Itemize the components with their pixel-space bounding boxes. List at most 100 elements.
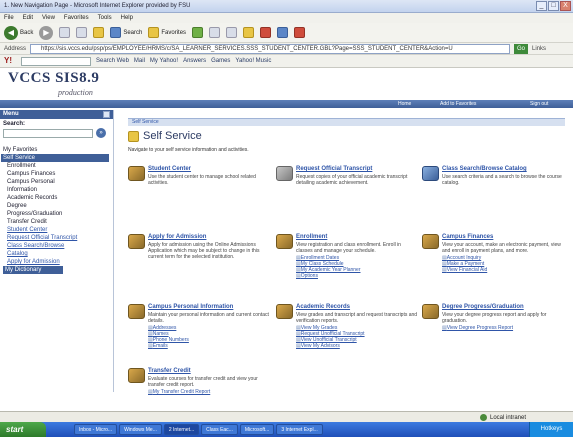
stop-icon[interactable] xyxy=(59,27,71,38)
history-icon[interactable] xyxy=(192,27,204,38)
menu-item[interactable]: Catalog xyxy=(3,250,113,258)
favorites-button[interactable]: Favorites xyxy=(148,27,186,38)
service-tile-link[interactable]: Options xyxy=(296,273,361,279)
window-controls: _ □ X xyxy=(536,1,571,11)
discuss-icon[interactable] xyxy=(277,27,289,38)
service-tile-icon[interactable] xyxy=(128,166,145,181)
close-button[interactable]: X xyxy=(560,1,571,11)
menu-item[interactable]: Information xyxy=(3,186,113,194)
service-tile-title[interactable]: Apply for Admission xyxy=(148,234,206,240)
service-tile-title[interactable]: Transfer Credit xyxy=(148,368,191,374)
taskbar-task[interactable]: Microsoft... xyxy=(239,424,275,435)
links-label[interactable]: Links xyxy=(532,46,546,52)
zone-label: Local intranet xyxy=(490,414,527,421)
yahoo-mail[interactable]: Mail xyxy=(134,58,145,64)
menu-search-label: Search: xyxy=(3,121,26,127)
page-title: Self Service xyxy=(143,130,202,142)
left-menu: Menu Search: » My Favorites Self Service E… xyxy=(0,110,114,392)
taskbar-task[interactable]: 2 Internet... xyxy=(163,424,200,435)
service-tile-title[interactable]: Degree Progress/Graduation xyxy=(442,304,524,310)
taskbar-task[interactable]: Windows Me... xyxy=(119,424,162,435)
menu-item[interactable]: Student Center xyxy=(3,226,113,234)
menu-file[interactable]: File xyxy=(4,13,14,23)
taskbar-task[interactable]: Class Eac... xyxy=(201,424,238,435)
refresh-icon[interactable] xyxy=(76,27,88,38)
service-tile-icon[interactable] xyxy=(276,234,293,249)
yahoo-logo-icon[interactable]: Y! xyxy=(4,56,16,66)
print-icon[interactable] xyxy=(226,27,238,38)
address-bar: Address https://sis.vccs.edu/psp/ps/EMPL… xyxy=(0,43,573,55)
service-tile-title[interactable]: Campus Personal Information xyxy=(148,304,233,310)
menu-search-input[interactable] xyxy=(3,128,93,138)
service-tile-icon[interactable] xyxy=(422,234,439,249)
mail-icon[interactable] xyxy=(209,27,221,38)
yahoo-games[interactable]: Games xyxy=(211,58,230,64)
service-tile-icon[interactable] xyxy=(422,166,439,181)
breadcrumb[interactable]: Self Service xyxy=(128,118,565,126)
menu-item[interactable]: My Dictionary xyxy=(3,266,63,274)
header-link-add-favorites[interactable]: Add to Favorites xyxy=(440,101,476,107)
go-button[interactable]: Go xyxy=(514,44,528,54)
menu-item[interactable]: Campus Personal xyxy=(3,178,113,186)
menu-search-go-icon[interactable]: » xyxy=(96,128,106,138)
forward-button[interactable]: ▶ xyxy=(39,25,54,40)
research-icon[interactable] xyxy=(294,27,306,38)
menu-item[interactable]: Academic Records xyxy=(3,194,113,202)
service-tile-title[interactable]: Request Official Transcript xyxy=(296,166,372,172)
menu-item[interactable]: Apply for Admission xyxy=(3,258,113,266)
service-tile-link[interactable]: View Financial Aid xyxy=(442,267,488,273)
service-tile-link[interactable]: Emails xyxy=(148,343,189,349)
service-tile-link[interactable]: View Degree Progress Report xyxy=(442,325,513,331)
menu-item[interactable]: Degree xyxy=(3,202,113,210)
menu-item[interactable]: Enrollment xyxy=(3,162,113,170)
menu-view[interactable]: View xyxy=(42,13,55,23)
menu-item[interactable]: Campus Finances xyxy=(3,170,113,178)
menu-help[interactable]: Help xyxy=(121,13,133,23)
back-arrow-icon: ◀ xyxy=(4,25,18,40)
yahoo-music[interactable]: Yahoo! Music xyxy=(235,58,271,64)
start-button[interactable]: start xyxy=(0,422,46,437)
service-tile-icon[interactable] xyxy=(128,234,145,249)
menu-tools[interactable]: Tools xyxy=(98,13,112,23)
service-tile-icon[interactable] xyxy=(276,304,293,319)
search-button[interactable]: Search xyxy=(110,27,142,38)
folder-icon[interactable] xyxy=(243,27,255,38)
service-tile-icon[interactable] xyxy=(422,304,439,319)
menu-edit[interactable]: Edit xyxy=(23,13,33,23)
header-link-sign-out[interactable]: Sign out xyxy=(530,101,548,107)
yahoo-search-web[interactable]: Search Web xyxy=(96,58,129,64)
service-tile-title[interactable]: Student Center xyxy=(148,166,191,172)
menu-item[interactable]: My Favorites xyxy=(3,146,113,154)
maximize-button[interactable]: □ xyxy=(548,1,559,11)
service-tile-description: Use search criteria and a search to brow… xyxy=(442,174,562,186)
back-button[interactable]: ◀ Back xyxy=(4,25,33,40)
service-tile-title[interactable]: Enrollment xyxy=(296,234,327,240)
messenger-icon[interactable] xyxy=(260,27,272,38)
yahoo-answers[interactable]: Answers xyxy=(183,58,206,64)
yahoo-my-yahoo[interactable]: My Yahoo! xyxy=(150,58,178,64)
taskbar-task[interactable]: 3 Internet Expl... xyxy=(276,424,323,435)
service-tile-link[interactable]: View My Advisors xyxy=(296,343,365,349)
address-input[interactable]: https://sis.vccs.edu/psp/ps/EMPLOYEE/HRM… xyxy=(30,44,510,54)
taskbar-task[interactable]: Inbox - Micro... xyxy=(74,424,118,435)
service-tile-title[interactable]: Academic Records xyxy=(296,304,350,310)
menu-favorites[interactable]: Favorites xyxy=(64,13,89,23)
menu-item[interactable]: Self Service xyxy=(1,154,109,162)
home-icon[interactable] xyxy=(93,27,105,38)
main-content: Self Service Self Service Navigate to yo… xyxy=(116,110,573,395)
menu-minimize-icon[interactable] xyxy=(103,111,110,118)
menu-item[interactable]: Request Official Transcript xyxy=(3,234,113,242)
service-tile-icon[interactable] xyxy=(276,166,293,181)
header-link-home[interactable]: Home xyxy=(398,101,411,107)
minimize-button[interactable]: _ xyxy=(536,1,547,11)
service-tile-icon[interactable] xyxy=(128,368,145,383)
windows-taskbar: start Inbox - Micro... Windows Me... 2 Int… xyxy=(0,422,573,437)
service-tile-icon[interactable] xyxy=(128,304,145,319)
service-tile-title[interactable]: Campus Finances xyxy=(442,234,493,240)
service-tile-title[interactable]: Class Search/Browse Catalog xyxy=(442,166,527,172)
menu-item[interactable]: Progress/Graduation xyxy=(3,210,113,218)
yahoo-search-input[interactable] xyxy=(21,56,91,66)
menu-item[interactable]: Transfer Credit xyxy=(3,218,113,226)
service-tile-link[interactable]: My Transfer Credit Report xyxy=(148,389,211,395)
menu-item[interactable]: Class Search/Browse xyxy=(3,242,113,250)
